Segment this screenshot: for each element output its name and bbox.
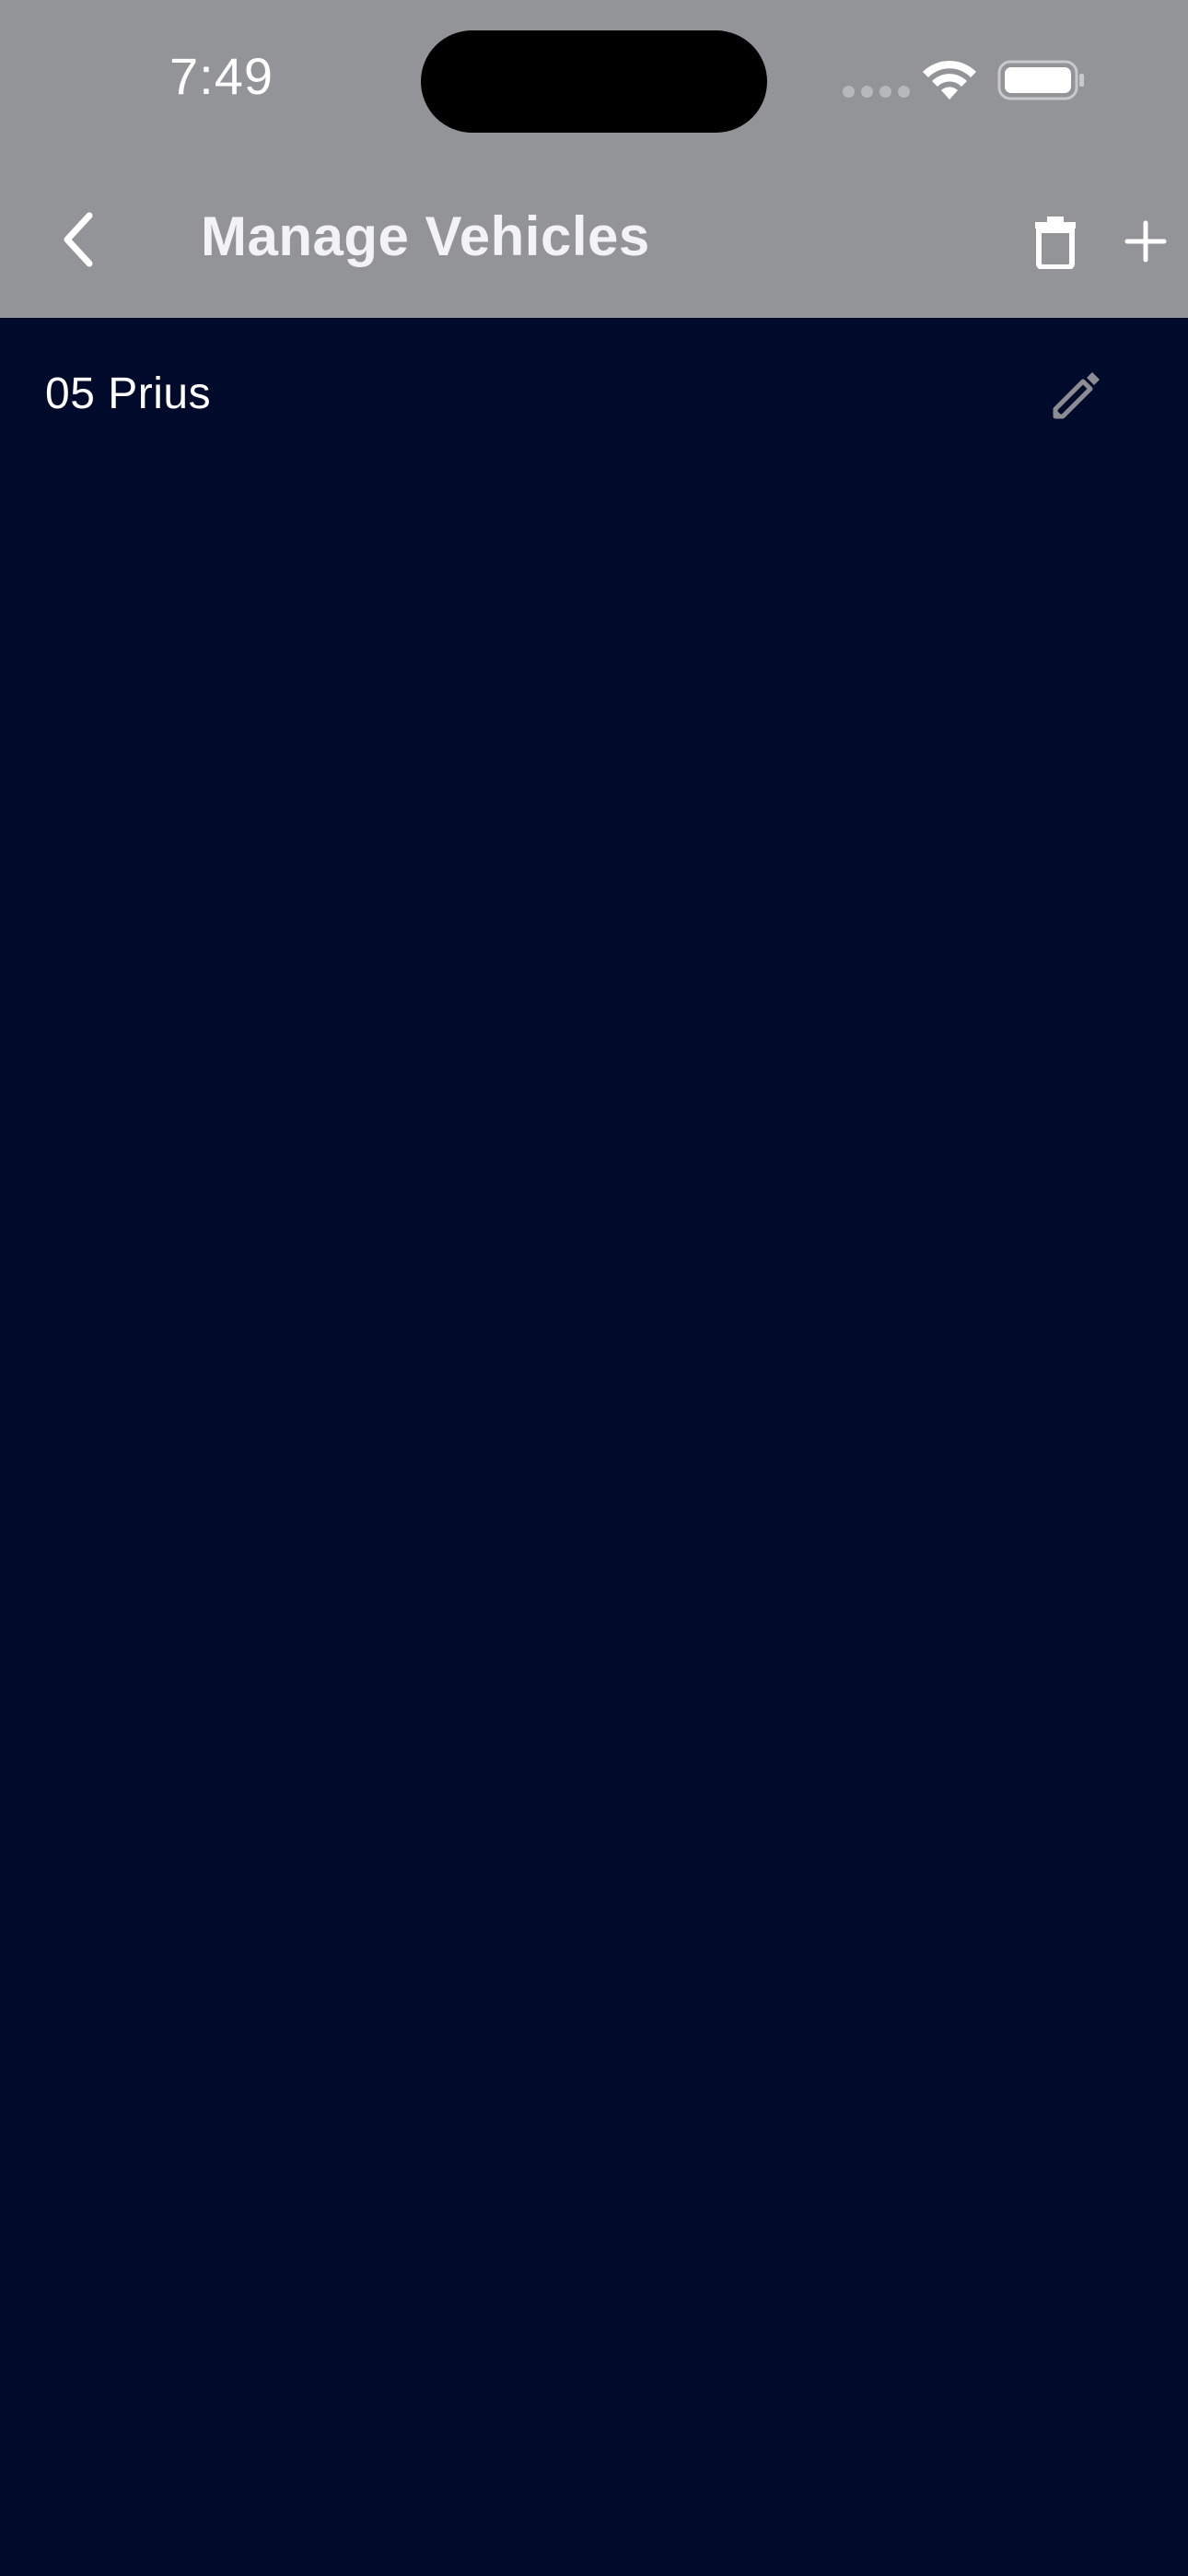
vehicle-list-item[interactable]: 05 Prius [0, 318, 1188, 474]
back-button[interactable] [46, 203, 111, 276]
chevron-left-icon [64, 212, 93, 267]
battery-icon [997, 60, 1084, 100]
cellular-signal-icon [843, 86, 910, 98]
app-bar: 7:49 Manage Vehicles [0, 0, 1188, 318]
status-time: 7:49 [169, 47, 274, 105]
vehicle-name: 05 Prius [45, 369, 212, 418]
edit-vehicle-button[interactable] [1045, 362, 1110, 427]
trash-icon [1035, 217, 1076, 269]
delete-button[interactable] [1024, 210, 1087, 273]
wifi-icon [923, 60, 976, 100]
add-button[interactable] [1114, 210, 1177, 273]
plus-icon [1124, 220, 1167, 263]
page-title: Manage Vehicles [201, 205, 650, 267]
dynamic-island [421, 30, 767, 133]
pencil-icon [1053, 372, 1100, 419]
